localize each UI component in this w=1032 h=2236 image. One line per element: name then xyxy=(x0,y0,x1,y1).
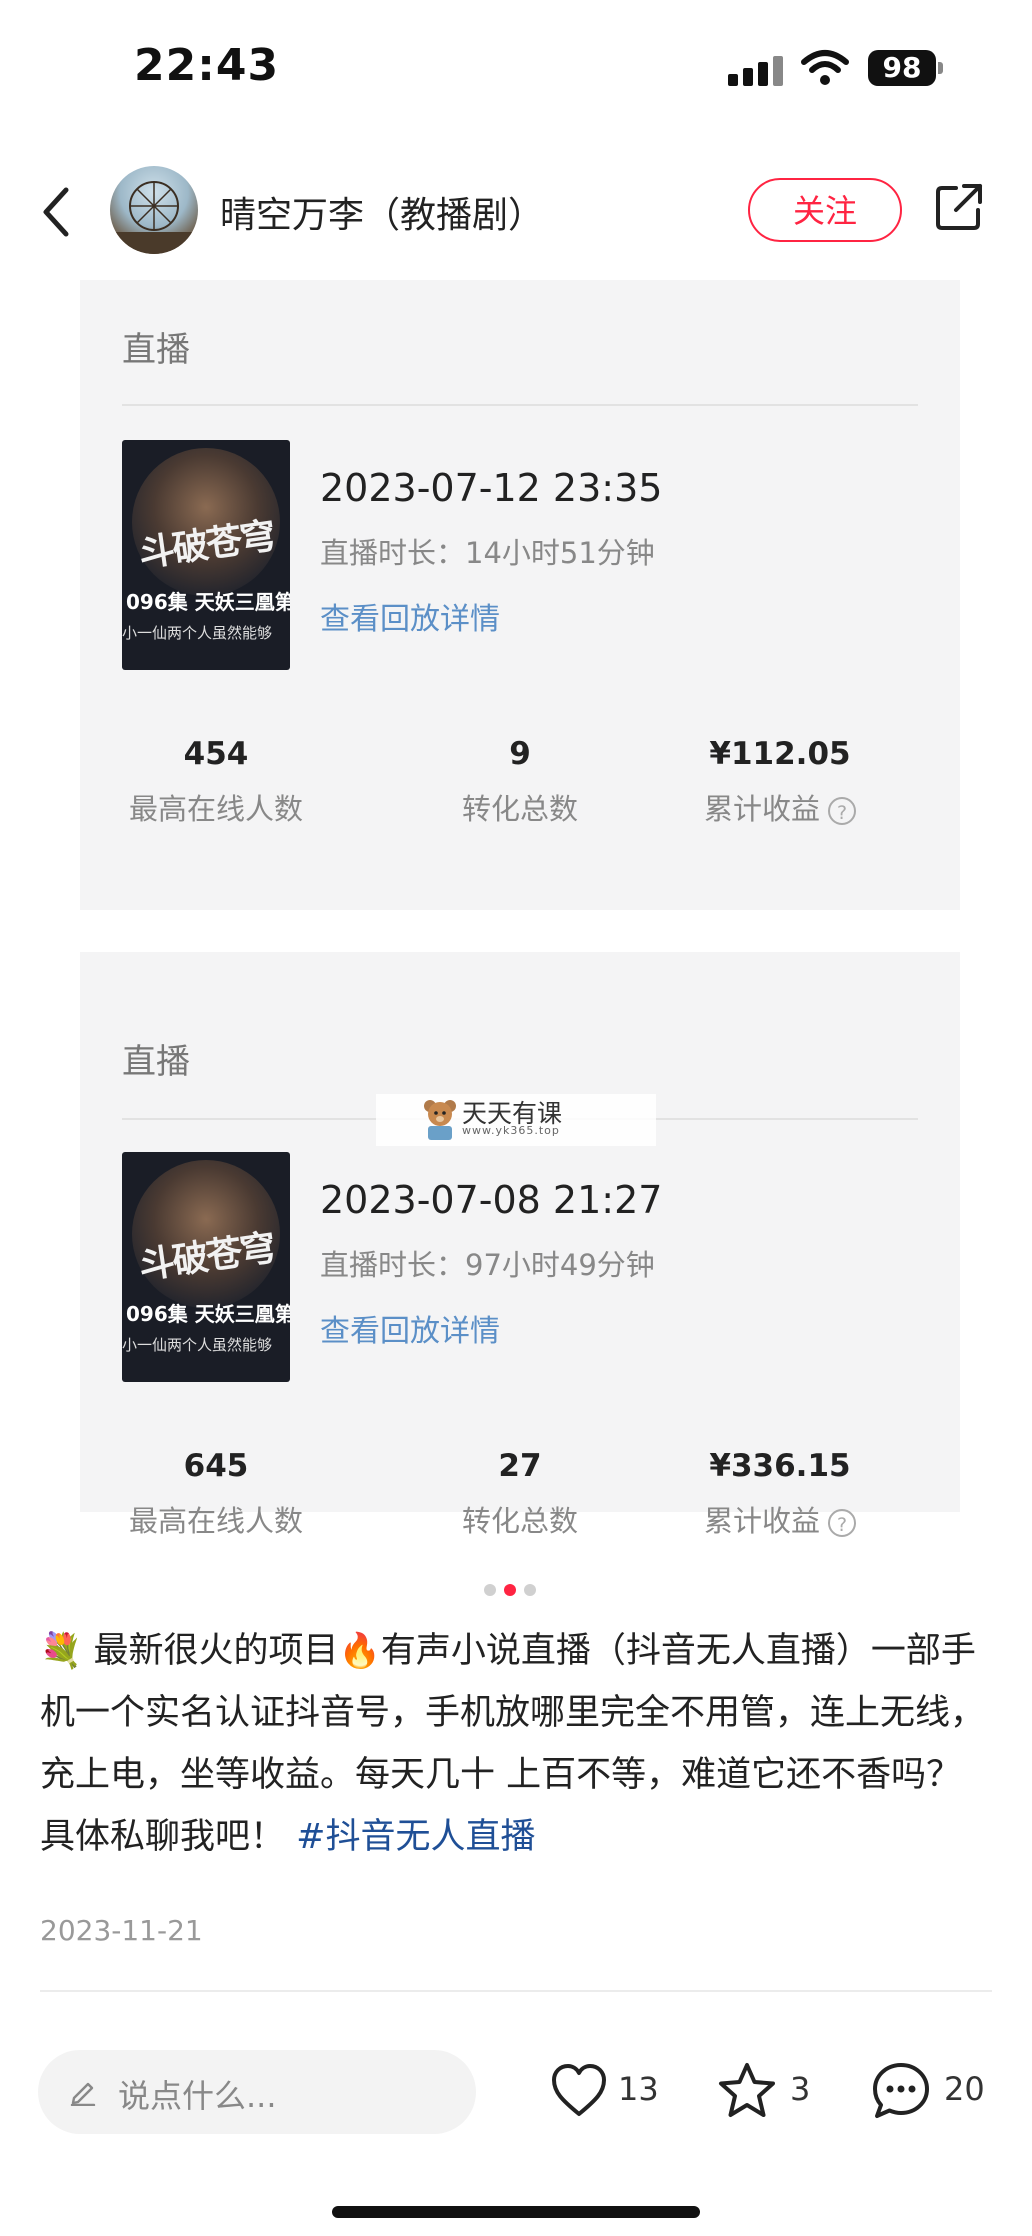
ferris-wheel-icon xyxy=(110,181,198,254)
live-record-card: 直播 斗破苍穹 096集 天妖三凰第 小一仙两个人虽然能够 2023-07-12… xyxy=(80,280,960,910)
video-cover: 斗破苍穹 096集 天妖三凰第 小一仙两个人虽然能够 xyxy=(122,440,290,670)
fire-emoji-icon: 🔥 xyxy=(338,1631,381,1671)
live-date: 2023-07-12 23:35 xyxy=(320,466,663,510)
live-label: 直播 xyxy=(122,1042,190,1082)
bouquet-emoji-icon: 💐 xyxy=(40,1631,83,1671)
stat-conversions: 9 转化总数 xyxy=(390,736,650,828)
hashtag-link[interactable]: #抖音无人直播 xyxy=(296,1817,535,1857)
stat-caption: 累计收益? xyxy=(650,786,910,828)
comment-placeholder: 说点什么... xyxy=(118,2077,277,2115)
collect-star-icon[interactable] xyxy=(716,2060,778,2122)
comment-input[interactable]: 说点什么... xyxy=(38,2050,476,2134)
stat-earnings: ¥112.05 累计收益? xyxy=(650,736,910,828)
stat-value: ¥112.05 xyxy=(709,736,851,772)
author-avatar[interactable] xyxy=(110,166,198,254)
status-time: 22:43 xyxy=(134,40,280,91)
live-date: 2023-07-08 21:27 xyxy=(320,1178,663,1222)
help-icon: ? xyxy=(828,797,856,825)
author-name[interactable]: 晴空万李（教播剧） xyxy=(220,186,544,238)
cover-episode: 096集 天妖三凰第 xyxy=(126,1302,290,1326)
stat-caption: 最高在线人数 xyxy=(128,1504,303,1538)
bear-logo-icon xyxy=(424,1100,456,1140)
cover-subtitle: 小一仙两个人虽然能够 xyxy=(122,624,273,642)
replay-details-link: 查看回放详情 xyxy=(320,602,500,637)
stat-value: ¥336.15 xyxy=(709,1448,851,1484)
divider xyxy=(122,404,918,406)
carousel-dot[interactable] xyxy=(524,1584,536,1596)
share-icon[interactable] xyxy=(934,182,984,232)
stat-peak-online: 454 最高在线人数 xyxy=(86,736,346,828)
live-label: 直播 xyxy=(122,330,190,370)
stat-caption: 转化总数 xyxy=(461,792,578,826)
video-cover: 斗破苍穹 096集 天妖三凰第 小一仙两个人虽然能够 xyxy=(122,1152,290,1382)
follow-button[interactable]: 关注 xyxy=(748,178,902,242)
like-heart-icon[interactable] xyxy=(548,2060,610,2122)
stat-value: 9 xyxy=(509,736,531,772)
comment-bubble-icon[interactable] xyxy=(870,2060,932,2122)
stat-caption: 最高在线人数 xyxy=(128,792,303,826)
live-duration: 直播时长：97小时49分钟 xyxy=(320,1248,655,1282)
stat-value: 454 xyxy=(183,736,249,772)
stat-caption-text: 累计收益 xyxy=(703,792,820,826)
post-image[interactable]: 直播 斗破苍穹 096集 天妖三凰第 小一仙两个人虽然能够 2023-07-12… xyxy=(40,280,992,1560)
collect-count: 3 xyxy=(790,2070,811,2108)
stat-caption: 转化总数 xyxy=(461,1504,578,1538)
carousel-dot[interactable] xyxy=(484,1584,496,1596)
live-duration: 直播时长：14小时51分钟 xyxy=(320,536,655,570)
stat-value: 645 xyxy=(183,1448,249,1484)
battery-tip-icon xyxy=(938,62,943,74)
stat-value: 27 xyxy=(498,1448,542,1484)
carousel-dot-active[interactable] xyxy=(504,1584,516,1596)
replay-details-link: 查看回放详情 xyxy=(320,1314,500,1349)
cellular-signal-icon xyxy=(728,56,784,86)
divider xyxy=(40,1990,992,1992)
stat-peak-online: 645 最高在线人数 xyxy=(86,1448,346,1540)
cover-episode: 096集 天妖三凰第 xyxy=(126,590,290,614)
stat-caption-text: 累计收益 xyxy=(703,1504,820,1538)
pencil-icon xyxy=(70,2082,96,2106)
like-count: 13 xyxy=(618,2070,659,2108)
back-chevron-icon[interactable] xyxy=(40,186,72,238)
help-icon: ? xyxy=(828,1509,856,1537)
stat-earnings: ¥336.15 累计收益? xyxy=(650,1448,910,1540)
battery-indicator: 98 xyxy=(868,50,936,86)
post-date: 2023-11-21 xyxy=(40,1914,203,1947)
cover-subtitle: 小一仙两个人虽然能够 xyxy=(122,1336,273,1354)
post-caption: 💐 最新很火的项目🔥有声小说直播（抖音无人直播）一部手机一个实名认证抖音号，手机… xyxy=(40,1620,992,1868)
wifi-icon xyxy=(801,50,849,85)
watermark-url: www.yk365.top xyxy=(462,1124,560,1137)
watermark: 天天有课 www.yk365.top xyxy=(376,1094,656,1146)
caption-text-1: 最新很火的项目 xyxy=(93,1631,339,1671)
stat-caption: 累计收益? xyxy=(650,1498,910,1540)
live-record-card: 直播 斗破苍穹 096集 天妖三凰第 小一仙两个人虽然能够 2023-07-08… xyxy=(80,952,960,1538)
home-indicator[interactable] xyxy=(332,2206,700,2218)
stat-conversions: 27 转化总数 xyxy=(390,1448,650,1540)
comment-count: 20 xyxy=(944,2070,985,2108)
